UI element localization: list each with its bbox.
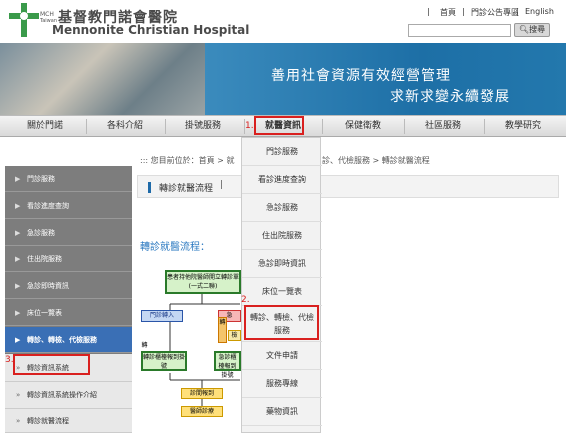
highlight-referral-system xyxy=(13,354,90,375)
banner-slogan-line2: 求新求變永續發展 xyxy=(390,89,510,105)
medical-info-dropdown: 門診服務 看診進度查詢 急診服務 住出院服務 急診即時資訊 床位一覽表 轉診、轉… xyxy=(241,137,322,433)
page-title: 轉診就醫流程 xyxy=(159,184,214,194)
top-link-home[interactable]: 首頁 xyxy=(440,7,456,18)
chevron-right-icon: ▶ xyxy=(15,229,21,237)
top-link-announcements[interactable]: 門診公告專區 xyxy=(471,7,519,18)
chevron-right-icon: ▶ xyxy=(15,175,21,183)
breadcrumb-home[interactable]: 首頁 xyxy=(199,156,215,165)
nav-divider: | xyxy=(427,7,430,16)
chevron-right-icon: ▶ xyxy=(15,255,21,263)
nav-separator xyxy=(86,119,87,134)
nav-separator xyxy=(322,119,323,134)
top-link-english[interactable]: English xyxy=(525,7,554,16)
sidebar-item-beds[interactable]: ▶ 床位一覽表 xyxy=(5,300,132,326)
nav-divider: | xyxy=(516,7,519,16)
nav-item-registration[interactable]: 掛號服務 xyxy=(168,116,238,137)
flow-box-exam: 檢 xyxy=(228,330,241,341)
flow-box-note: 轉 xyxy=(140,341,149,351)
sidebar-item-referral-active[interactable]: ▶ 轉診、轉檢、代檢服務 xyxy=(5,327,132,353)
chevron-right-icon: ▶ xyxy=(15,336,21,344)
chevron-right-icon: ▶ xyxy=(15,202,21,210)
highlight-nav-medical-info xyxy=(254,116,304,135)
flow-box-outpatient: 門診轉入 xyxy=(141,310,183,322)
double-chevron-icon: » xyxy=(16,417,21,425)
sidebar-subitem-referral-flow[interactable]: » 轉診就醫流程 xyxy=(5,409,132,433)
flow-box-transfer: 轉 xyxy=(218,317,227,343)
dropdown-item-er-realtime[interactable]: 急診即時資訊 xyxy=(242,250,322,278)
nav-item-health-education[interactable]: 保健衛教 xyxy=(328,116,398,137)
chevron-right-icon: ▶ xyxy=(15,309,21,317)
sidebar-item-inpatient[interactable]: ▶ 住出院服務 xyxy=(5,246,132,272)
annotation-step-1: 1. xyxy=(245,121,254,131)
section-title: 轉診就醫流程： xyxy=(140,242,210,253)
flow-box-checkin: 診間報到 xyxy=(181,388,223,399)
hero-banner: 善用社會資源有效經營管理 求新求變永續發展 xyxy=(0,43,566,115)
nav-item-teaching-research[interactable]: 教學研究 xyxy=(488,116,558,137)
banner-slogan-line1: 善用社會資源有效經營管理 xyxy=(271,68,451,84)
dropdown-item-medicine[interactable]: 藥物資訊 xyxy=(242,398,322,426)
sidebar-menu: ▶ 門診服務 ▶ 看診進度查詢 ▶ 急診服務 ▶ 住出院服務 ▶ 急診即時資訊 ▶ 床位一覽… xyxy=(5,166,132,433)
flow-box-referral-counter: 轉診櫃檯報到掛號 xyxy=(141,351,187,371)
highlight-dropdown-referral xyxy=(244,305,319,340)
nav-separator xyxy=(484,119,485,134)
nav-item-community[interactable]: 社區服務 xyxy=(408,116,478,137)
breadcrumb-tail: 診、代檢服務 > 轉診就醫流程 xyxy=(322,156,430,165)
chevron-right-icon: ▶ xyxy=(15,282,21,290)
dropdown-item-hotline[interactable]: 服務專線 xyxy=(242,370,322,398)
logo-english-name: Mennonite Christian Hospital xyxy=(52,23,250,37)
sidebar-subitem-system-guide[interactable]: » 轉診資訊系統操作介紹 xyxy=(5,382,132,409)
dropdown-item-documents[interactable]: 文件申請 xyxy=(242,342,322,370)
sidebar-item-er-realtime[interactable]: ▶ 急診即時資訊 xyxy=(5,273,132,299)
double-chevron-icon: » xyxy=(16,391,21,399)
flow-box-er-counter: 急診櫃檯報到掛號 xyxy=(214,351,241,379)
hospital-logo-icon[interactable] xyxy=(9,3,39,37)
nav-separator xyxy=(165,119,166,134)
dropdown-item-progress[interactable]: 看診進度查詢 xyxy=(242,166,322,194)
sidebar-item-outpatient[interactable]: ▶ 門診服務 xyxy=(5,166,132,192)
dropdown-item-beds[interactable]: 床位一覽表 xyxy=(242,278,322,306)
search-input[interactable] xyxy=(408,24,511,37)
banner-photo xyxy=(0,43,205,115)
nav-item-about[interactable]: 關於門諾 xyxy=(10,116,80,137)
nav-separator xyxy=(404,119,405,134)
page-title-bar: 轉診就醫流程 xyxy=(137,175,559,198)
site-header: MCH Taiwan 基督教門諾會醫院 Mennonite Christian … xyxy=(0,0,566,43)
title-divider: | xyxy=(220,180,224,190)
logo-mark: MCH xyxy=(40,11,54,18)
dropdown-item-inpatient[interactable]: 住出院服務 xyxy=(242,222,322,250)
sidebar-item-progress[interactable]: ▶ 看診進度查詢 xyxy=(5,193,132,219)
nav-divider: | xyxy=(462,7,465,16)
search-icon: 🔍︎ xyxy=(518,25,530,34)
nav-item-departments[interactable]: 各科介紹 xyxy=(90,116,160,137)
breadcrumb: ::: 您目前位於：首頁 > 就 xyxy=(140,156,235,165)
annotation-step-2: 2. xyxy=(241,295,250,305)
dropdown-item-emergency[interactable]: 急診服務 xyxy=(242,194,322,222)
flow-box-doctor: 醫師診療 xyxy=(181,406,223,417)
flow-box-referral-slip: 患者持他院醫師開立轉診單(一式二聯) xyxy=(165,270,241,294)
search-button[interactable]: 🔍︎搜尋 xyxy=(514,23,550,37)
dropdown-item-outpatient[interactable]: 門診服務 xyxy=(242,138,322,166)
title-accent-bar xyxy=(148,182,151,193)
sidebar-item-emergency[interactable]: ▶ 急診服務 xyxy=(5,220,132,246)
